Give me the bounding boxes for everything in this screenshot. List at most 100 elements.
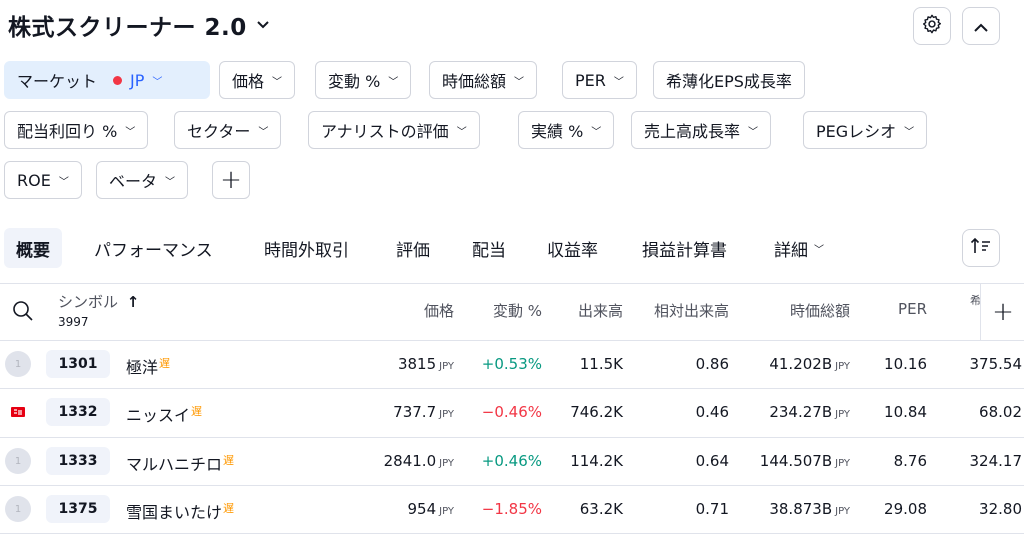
column-header-market-cap[interactable]: 時価総額	[790, 300, 850, 321]
column-header-volume[interactable]: 出来高	[578, 300, 623, 321]
collapse-button[interactable]	[962, 7, 1000, 45]
market-cap-cell: 144.507B JPY	[760, 452, 850, 470]
symbol-header-label: シンボル	[58, 293, 119, 311]
filter-eps-growth[interactable]: 希薄化EPS成長率	[653, 61, 805, 99]
company-name[interactable]: マルハニチロ遅	[126, 451, 234, 475]
tab-performance[interactable]: パフォーマンス	[82, 228, 225, 268]
chevron-down-icon: ﹀	[125, 126, 136, 138]
column-header-change[interactable]: 変動 %	[493, 300, 542, 321]
filter-peg[interactable]: PEGレシオ ﹀	[803, 111, 928, 149]
column-header-price[interactable]: 価格	[424, 300, 454, 321]
filter-roe[interactable]: ROE ﹀	[4, 161, 82, 199]
chevron-down-icon: ﹀	[514, 76, 525, 88]
column-header-rel-volume[interactable]: 相対出来高	[654, 300, 729, 321]
plus-icon: +	[220, 165, 242, 195]
filter-market-cap[interactable]: 時価総額 ﹀	[429, 61, 538, 99]
ticker-badge[interactable]: 1333	[46, 447, 110, 475]
filter-label: PEGレシオ	[816, 122, 897, 141]
tab-extended-hours[interactable]: 時間外取引	[252, 228, 361, 268]
volume-cell: 114.2K	[570, 452, 623, 470]
filter-sector[interactable]: セクター ﹀	[174, 111, 282, 149]
ticker-badge[interactable]: 1301	[46, 350, 110, 378]
currency-unit: JPY	[835, 361, 850, 372]
company-name-text: ニッスイ	[126, 406, 191, 425]
company-name[interactable]: 極洋遅	[126, 354, 170, 378]
chevron-down-icon: ﹀	[748, 126, 759, 138]
per-cell: 10.84	[884, 403, 927, 421]
currency-unit: JPY	[439, 506, 454, 517]
symbol-column-header[interactable]: シンボル ↑	[58, 291, 139, 312]
filter-dividend-yield[interactable]: 配当利回り % ﹀	[4, 111, 149, 149]
volume-cell: 11.5K	[579, 355, 623, 373]
change-cell: −0.46%	[481, 403, 542, 421]
tab-overview[interactable]: 概要	[4, 228, 62, 268]
filter-beta[interactable]: ベータ ﹀	[96, 161, 189, 199]
tab-dividends[interactable]: 配当	[460, 228, 518, 268]
table-row[interactable]: 1332 ニッスイ遅 737.7 JPY −0.46% 746.2K 0.46 2…	[0, 389, 1024, 437]
filter-performance[interactable]: 実績 % ﹀	[518, 111, 615, 149]
sort-icon	[970, 237, 992, 259]
eps-growth-cell: 68.02	[979, 403, 1022, 421]
filter-per[interactable]: PER ﹀	[562, 61, 637, 99]
currency-unit: JPY	[439, 458, 454, 469]
rel-volume-cell: 0.71	[695, 500, 729, 518]
change-cell: −1.85%	[481, 500, 542, 518]
filter-change[interactable]: 変動 % ﹀	[315, 61, 412, 99]
tab-label: 収益率	[547, 240, 598, 261]
tab-label: 損益計算書	[642, 240, 727, 261]
market-cap-value: 234.27B	[769, 403, 833, 421]
settings-button[interactable]	[913, 7, 951, 45]
add-filter-button[interactable]: +	[212, 161, 250, 199]
change-cell: +0.53%	[481, 355, 542, 373]
search-button[interactable]	[12, 300, 34, 326]
table-row[interactable]: 1 1301 極洋遅 3815 JPY +0.53% 11.5K 0.86 41.…	[0, 341, 1024, 388]
chevron-down-icon: ﹀	[904, 126, 915, 138]
rel-volume-cell: 0.86	[695, 355, 729, 373]
company-name[interactable]: 雪国まいたけ遅	[126, 499, 234, 523]
per-cell: 8.76	[893, 452, 927, 470]
eps-growth-cell: 32.80	[979, 500, 1022, 518]
filter-analyst-rating[interactable]: アナリストの評価 ﹀	[308, 111, 480, 149]
currency-unit: JPY	[439, 409, 454, 420]
column-header-per[interactable]: PER	[898, 300, 927, 318]
chevron-down-icon: ﹀	[58, 176, 69, 188]
tab-profitability[interactable]: 収益率	[535, 228, 610, 268]
chevron-down-icon: ﹀	[388, 76, 399, 88]
filter-label: 配当利回り %	[17, 122, 118, 141]
tab-label: 配当	[472, 240, 506, 261]
japan-flag-icon	[113, 75, 123, 85]
rel-volume-cell: 0.64	[695, 452, 729, 470]
gear-icon	[921, 13, 943, 39]
price-value: 954	[407, 500, 437, 518]
filter-label: 変動 %	[328, 72, 381, 91]
price-cell: 954 JPY	[407, 500, 454, 518]
filter-market[interactable]: マーケット JP ﹀	[4, 61, 210, 99]
tab-more[interactable]: 詳細 ﹀	[762, 228, 836, 268]
market-cap-value: 38.873B	[769, 500, 833, 518]
search-icon	[12, 301, 34, 326]
filter-label: 価格	[232, 72, 265, 91]
table-row[interactable]: 1 1375 雪国まいたけ遅 954 JPY −1.85% 63.2K 0.71 …	[0, 486, 1024, 533]
filter-market-label: マーケット	[17, 72, 98, 91]
table-row[interactable]: 1 1333 マルハニチロ遅 2841.0 JPY +0.46% 114.2K 0…	[0, 438, 1024, 485]
symbol-count: 3997	[58, 315, 89, 329]
add-column-button[interactable]: +	[980, 284, 1024, 340]
company-name[interactable]: ニッスイ遅	[126, 402, 202, 426]
filter-price[interactable]: 価格 ﹀	[219, 61, 296, 99]
filter-label: PER	[575, 70, 606, 90]
currency-unit: JPY	[439, 361, 454, 372]
ticker-badge[interactable]: 1375	[46, 495, 110, 523]
chevron-down-icon: ﹀	[456, 126, 467, 138]
per-cell: 29.08	[884, 500, 927, 518]
filter-revenue-growth[interactable]: 売上高成長率 ﹀	[631, 111, 772, 149]
tab-valuation[interactable]: 評価	[384, 228, 442, 268]
company-logo: 1	[5, 496, 31, 522]
chevron-down-icon: ﹀	[272, 76, 283, 88]
page-title[interactable]: 株式スクリーナー 2.0	[8, 8, 269, 42]
ticker-badge[interactable]: 1332	[46, 398, 110, 426]
sort-columns-button[interactable]	[962, 229, 1000, 267]
filter-label: 時価総額	[442, 72, 507, 91]
tab-income-statement[interactable]: 損益計算書	[630, 228, 739, 268]
company-name-text: 雪国まいたけ	[126, 503, 223, 522]
market-cap-cell: 41.202B JPY	[769, 355, 850, 373]
